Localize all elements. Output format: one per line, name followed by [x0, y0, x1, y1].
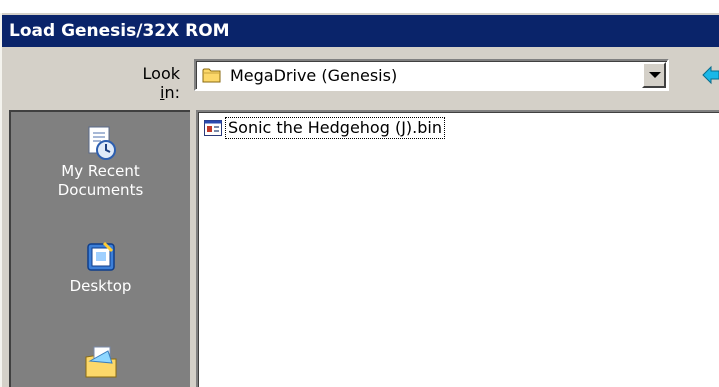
place-my-recent-documents[interactable]: My Recent Documents	[11, 124, 190, 200]
look-in-value: MegaDrive (Genesis)	[230, 66, 398, 85]
dialog-title: Load Genesis/32X ROM	[9, 21, 230, 41]
look-in-dropdown-button[interactable]	[642, 62, 666, 88]
file-list[interactable]: Sonic the Hedgehog (J).bin	[196, 110, 719, 387]
dialog-title-bar[interactable]: Load Genesis/32X ROM	[2, 15, 719, 47]
places-bar: My Recent Documents Desktop	[9, 110, 190, 387]
rom-file-icon	[204, 120, 222, 136]
chevron-down-icon	[649, 72, 661, 78]
look-in-label: Look in:	[142, 64, 180, 102]
desktop-icon	[86, 241, 115, 271]
place-my-documents[interactable]	[11, 341, 190, 379]
back-arrow-icon[interactable]	[701, 65, 719, 85]
place-label-line-1: My Recent	[61, 162, 140, 180]
recent-documents-icon	[88, 126, 116, 160]
place-label-line-2: Documents	[57, 181, 144, 199]
screen: Load Genesis/32X ROM Look in: MegaDrive …	[0, 0, 719, 387]
look-in-dropdown[interactable]: MegaDrive (Genesis)	[194, 59, 669, 91]
folder-icon	[202, 68, 221, 83]
my-documents-icon	[85, 346, 116, 378]
place-desktop[interactable]: Desktop	[11, 239, 190, 296]
file-item[interactable]: Sonic the Hedgehog (J).bin	[203, 117, 445, 139]
place-label: Desktop	[69, 277, 132, 295]
file-name: Sonic the Hedgehog (J).bin	[225, 117, 445, 139]
